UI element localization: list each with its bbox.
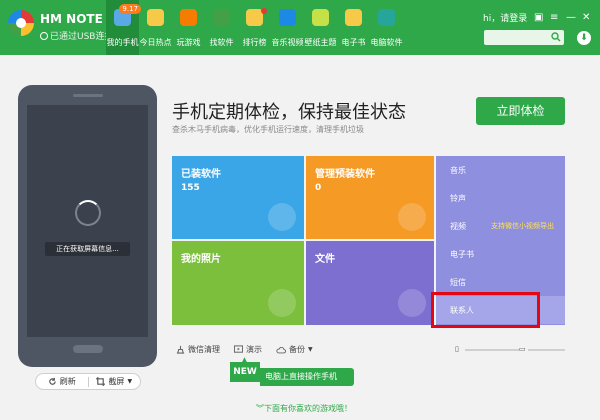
tile-label: 管理预装软件 bbox=[315, 169, 375, 180]
promo-banner[interactable]: 电脑上直接操作手机 bbox=[260, 368, 354, 386]
demo-button[interactable]: 演示 bbox=[234, 344, 262, 355]
refresh-button[interactable]: 刷新 bbox=[36, 376, 88, 387]
tile-count: 155 bbox=[181, 183, 200, 193]
main-nav: 我的手机 9.17 今日热点 玩游戏 找软件 排行榜 音乐视频 壁纸主题 电子书 电脑软件 bbox=[106, 0, 403, 55]
preinstalled-apps-tile[interactable]: 管理预装软件 0 bbox=[306, 156, 434, 239]
refresh-icon bbox=[49, 377, 56, 385]
screen-status: 正在获取屏幕信息... bbox=[45, 242, 130, 256]
list-item-label: 铃声 bbox=[450, 194, 466, 203]
sdcard-storage-icon: ▭ bbox=[519, 345, 526, 353]
list-item[interactable]: 视频 支持微信小视频导出 bbox=[436, 212, 565, 240]
storage-indicator: ▯ ▭ bbox=[455, 345, 565, 354]
search-icon[interactable] bbox=[551, 32, 561, 42]
screen-play-icon bbox=[234, 345, 243, 353]
phone-screen: 正在获取屏幕信息... bbox=[27, 105, 148, 337]
phone-home-button bbox=[73, 345, 103, 353]
list-item-tag: 支持微信小视频导出 bbox=[491, 222, 554, 230]
list-item[interactable]: 铃声 bbox=[436, 184, 565, 212]
installed-apps-tile[interactable]: 已装软件 155 bbox=[172, 156, 304, 239]
nav-item-monitor[interactable]: 电脑软件 bbox=[370, 0, 403, 55]
phone-storage-icon: ▯ bbox=[455, 345, 459, 353]
star-icon bbox=[147, 9, 164, 26]
loading-spinner-icon bbox=[75, 200, 101, 226]
list-item[interactable]: 音乐 bbox=[436, 156, 565, 184]
chevron-down-icon: ︾ bbox=[256, 404, 264, 413]
wallpaper-icon bbox=[312, 9, 329, 26]
top-bar: HM NOTE ...▼ 已通过USB连接 我的手机9.17今日热点玩游戏找软件… bbox=[0, 0, 600, 55]
monitor-icon bbox=[378, 9, 395, 26]
page-subtitle: 查杀木马手机病毒，优化手机运行速度，清理手机垃圾 bbox=[172, 125, 364, 134]
wrench-icon bbox=[398, 203, 426, 231]
phone-speaker bbox=[73, 94, 103, 97]
chevron-down-icon: ▼ bbox=[127, 378, 133, 385]
download-manager-icon[interactable]: ⬇ bbox=[577, 31, 591, 45]
apps-icon bbox=[268, 203, 296, 231]
menu-icon[interactable]: ≡ bbox=[550, 12, 558, 23]
play-icon bbox=[279, 9, 296, 26]
check-icon bbox=[40, 32, 48, 40]
gamepad-icon bbox=[180, 9, 197, 26]
list-item-label: 电子书 bbox=[450, 250, 474, 259]
new-badge: NEW bbox=[230, 362, 260, 382]
wechat-clean-button[interactable]: 微信清理 bbox=[176, 344, 220, 355]
tile-count: 0 bbox=[315, 183, 322, 193]
chevron-down-icon: ▼ bbox=[308, 346, 313, 353]
apps-icon bbox=[213, 9, 230, 26]
tile-label: 我的照片 bbox=[181, 254, 221, 265]
notification-dot bbox=[261, 8, 267, 14]
broom-icon bbox=[176, 345, 185, 354]
book-icon bbox=[345, 9, 362, 26]
crop-icon bbox=[96, 377, 106, 386]
tile-label: 文件 bbox=[315, 254, 335, 265]
search-input[interactable] bbox=[484, 30, 564, 45]
nav-item-label: 电脑软件 bbox=[370, 38, 403, 47]
list-item-label: 视频 bbox=[450, 222, 466, 231]
screenshot-button[interactable]: 截屏 ▼ bbox=[89, 376, 141, 387]
close-icon[interactable]: ✕ bbox=[582, 12, 590, 23]
phone-storage-bar bbox=[465, 349, 520, 351]
more-games-link[interactable]: ︾下面有你喜欢的游戏哦！ bbox=[256, 403, 352, 414]
tile-label: 已装软件 bbox=[181, 169, 221, 180]
update-badge: 9.17 bbox=[119, 4, 141, 14]
phone-preview: 正在获取屏幕信息... bbox=[18, 85, 157, 367]
folder-icon bbox=[398, 289, 426, 317]
list-item-label: 短信 bbox=[450, 278, 466, 287]
files-tile[interactable]: 文件 bbox=[306, 241, 434, 325]
page-title: 手机定期体检，保持最佳状态 bbox=[172, 102, 406, 123]
backup-button[interactable]: 备份 ▼ bbox=[276, 344, 313, 355]
app-logo-icon bbox=[8, 10, 34, 36]
highlight-box bbox=[431, 292, 540, 328]
skin-icon[interactable]: ▣ bbox=[534, 12, 543, 23]
login-link[interactable]: hi，请登录 bbox=[483, 11, 527, 24]
image-icon bbox=[268, 289, 296, 317]
bottom-toolbar: 微信清理 演示 备份 ▼ bbox=[176, 344, 313, 355]
sdcard-storage-bar bbox=[528, 349, 565, 351]
photos-tile[interactable]: 我的照片 bbox=[172, 241, 304, 325]
list-item-label: 音乐 bbox=[450, 166, 466, 175]
checkup-button[interactable]: 立即体检 bbox=[476, 97, 565, 125]
phone-actions: 刷新 截屏 ▼ bbox=[35, 373, 141, 390]
cloud-icon bbox=[276, 346, 286, 353]
list-item[interactable]: 电子书 bbox=[436, 240, 565, 268]
minimize-icon[interactable]: — bbox=[566, 12, 576, 23]
